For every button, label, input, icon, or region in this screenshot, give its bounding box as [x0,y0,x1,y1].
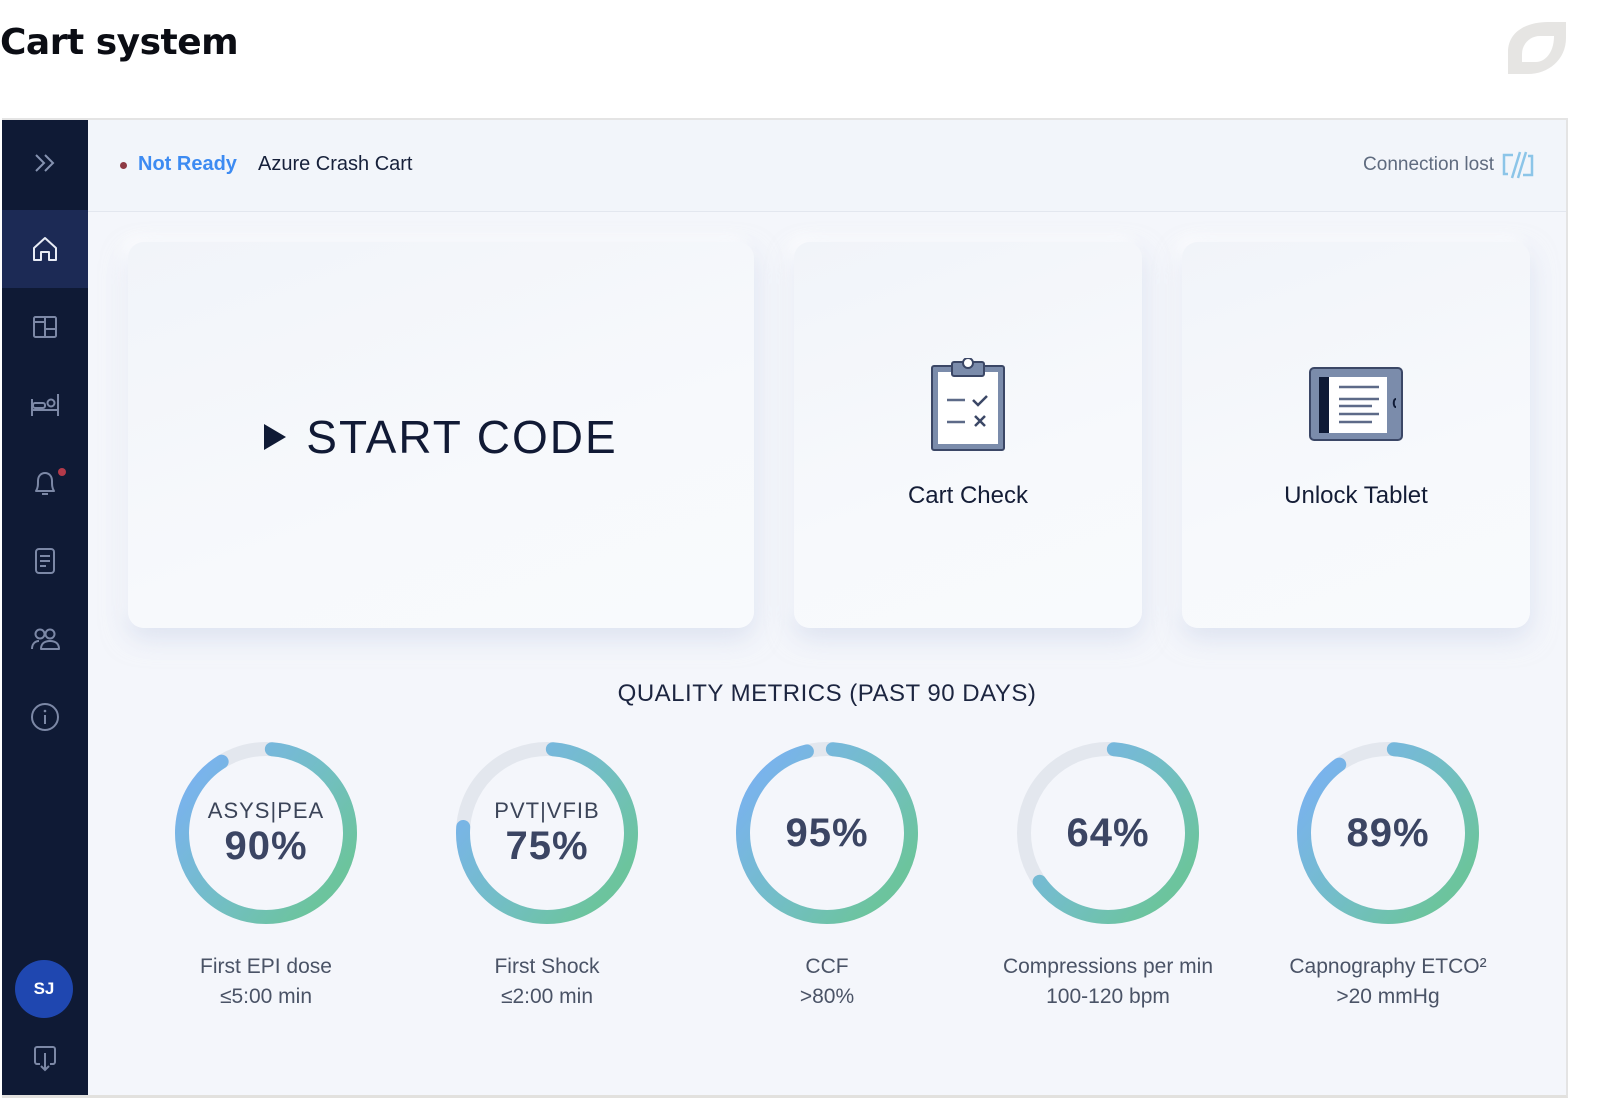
logout-icon [34,1046,56,1072]
metric-value: 64% [1066,810,1150,855]
sidebar-item-layout[interactable] [2,288,88,366]
user-avatar[interactable]: SJ [15,960,73,1018]
document-icon [35,548,55,574]
sidebar-item-home[interactable] [2,210,88,288]
metric-first-epi: ASYS|PEA 90% First EPI dose ≤5:00 min [136,738,396,1012]
metric-value: 90% [224,823,308,868]
sidebar-expand-button[interactable] [2,124,88,202]
metric-capnography: 89% Capnography ETCO² >20 mmHg [1258,738,1518,1012]
info-icon [31,703,59,731]
page-title: Cart system [0,22,239,63]
metric-subtitle: PVT|VFIB [494,797,600,823]
sidebar-item-notifications[interactable] [2,444,88,522]
metric-subtitle: ASYS|PEA [207,797,325,823]
play-icon [264,424,287,450]
metric-target: ≤2:00 min [500,985,594,1008]
status-indicator [120,162,127,169]
metric-ccf: 95% CCF >80% [697,738,957,1012]
metric-compressions: 64% Compressions per min 100-120 bpm [978,738,1238,1012]
sidebar-item-info[interactable] [2,678,88,756]
clipboard-check-icon [931,358,1005,451]
metric-label: CCF [805,955,849,978]
unlock-tablet-label: Unlock Tablet [1284,482,1428,509]
metric-label: Capnography ETCO² [1289,955,1487,978]
metric-value: 89% [1346,810,1430,855]
sidebar-item-reports[interactable] [2,522,88,600]
home-icon [33,237,57,261]
metric-target: >80% [799,985,855,1008]
progress-ring: 89% [1293,738,1483,928]
connection-status: Connection lost [1363,154,1494,175]
metric-target: 100-120 bpm [1046,985,1170,1008]
notification-badge [58,468,66,476]
metric-target: ≤5:00 min [219,985,313,1008]
layout-grid-icon [33,316,57,338]
bed-icon [31,394,59,416]
sidebar-item-team[interactable] [2,600,88,678]
metric-value: 95% [785,810,869,855]
start-code-button[interactable]: START CODE [128,242,754,628]
cart-name: Azure Crash Cart [258,153,413,175]
top-bar: Not Ready Azure Crash Cart Connection lo… [88,120,1566,212]
metric-value: 75% [505,823,589,868]
cart-check-button[interactable]: Cart Check [794,242,1142,628]
sidebar: SJ [2,120,88,1095]
cart-status: Not Ready [138,153,237,175]
progress-ring: PVT|VFIB 75% [452,738,642,928]
metric-label: First Shock [494,955,600,978]
metrics-title: QUALITY METRICS (PAST 90 DAYS) [617,680,1037,707]
progress-ring: 95% [732,738,922,928]
logout-button[interactable] [2,1020,88,1095]
unlock-tablet-button[interactable]: Unlock Tablet [1182,242,1530,628]
users-icon [31,628,60,650]
link-broken-icon [1502,151,1534,179]
sidebar-item-beds[interactable] [2,366,88,444]
metric-target: >20 mmHg [1336,985,1440,1008]
metric-label: First EPI dose [200,955,332,978]
bell-icon [35,472,55,495]
metric-label: Compressions per min [1002,955,1214,978]
progress-ring: 64% [1013,738,1203,928]
metric-first-shock: PVT|VFIB 75% First Shock ≤2:00 min [417,738,677,1012]
progress-ring: ASYS|PEA 90% [171,738,361,928]
tablet-icon [1309,367,1403,441]
chevrons-right-icon [35,154,55,172]
start-code-label: START CODE [306,411,618,463]
app-window: SJ Not Ready Azure Crash Cart Connection… [2,118,1568,1098]
cart-check-label: Cart Check [907,482,1029,509]
leaf-logo-icon [1508,22,1566,74]
